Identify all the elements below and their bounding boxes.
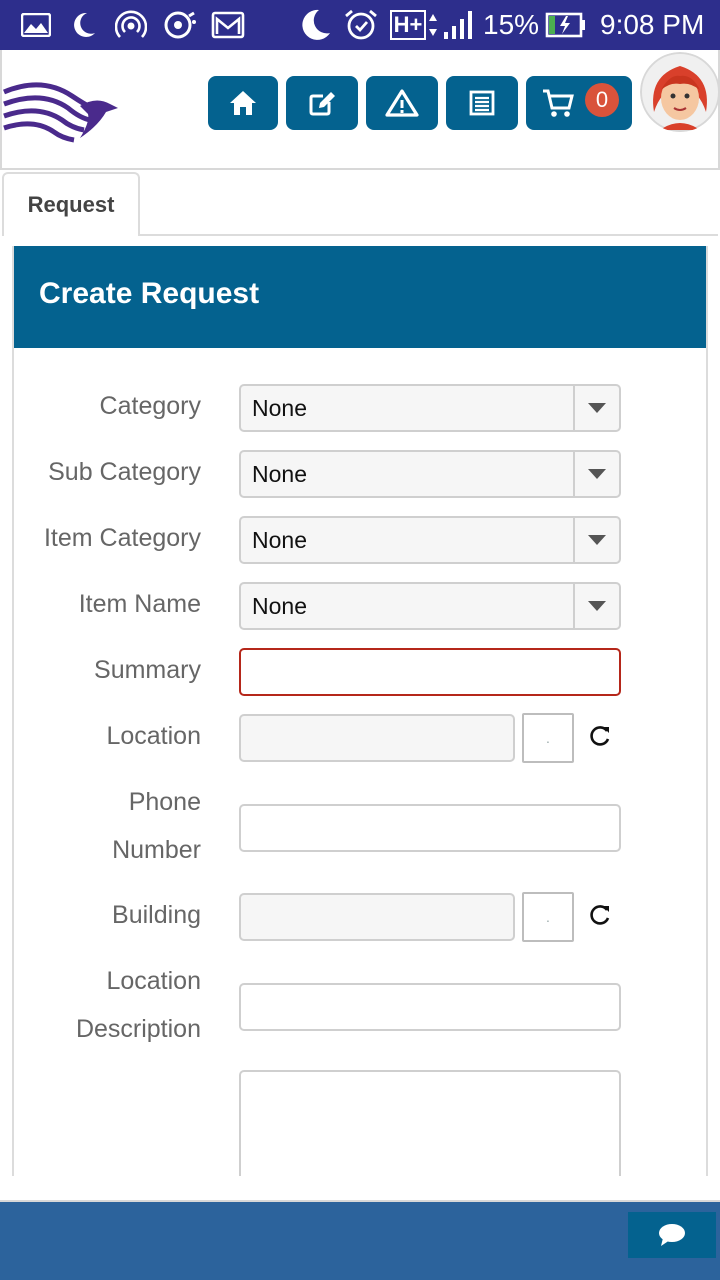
- tab-request[interactable]: Request: [2, 172, 140, 236]
- chevron-down-icon: [573, 584, 619, 628]
- building-label: Building: [112, 901, 201, 929]
- footer-bar: [0, 1200, 720, 1280]
- cart-count-badge: 0: [585, 83, 619, 117]
- location-description-line1: Location: [106, 967, 201, 995]
- summary-input[interactable]: [239, 648, 621, 696]
- gmail-icon: [210, 8, 246, 42]
- tab-divider: [140, 234, 718, 236]
- item-name-select[interactable]: None: [239, 582, 621, 630]
- location-picker-button[interactable]: .: [522, 713, 574, 763]
- building-picker-text: .: [546, 909, 550, 925]
- gallery-icon: [20, 8, 52, 42]
- item-category-label: Item Category: [43, 524, 201, 552]
- refresh-icon[interactable]: [587, 902, 613, 928]
- sub-category-label: Sub Category: [48, 458, 201, 486]
- cart-icon: [543, 89, 574, 117]
- panel-header: Create Request: [14, 246, 706, 348]
- create-request-panel: Create Request Category None Sub Categor…: [12, 246, 708, 1176]
- app-header: 0: [0, 50, 720, 170]
- building-input[interactable]: [239, 893, 515, 941]
- chevron-down-icon: [573, 518, 619, 562]
- panel-title: Create Request: [39, 277, 260, 310]
- network-type-icon: H+: [388, 8, 440, 42]
- category-select[interactable]: None: [239, 384, 621, 432]
- chat-button[interactable]: [628, 1212, 716, 1258]
- phone-label-line2: Number: [112, 836, 201, 864]
- home-button[interactable]: [208, 76, 278, 130]
- location-label: Location: [106, 722, 201, 750]
- user-avatar-icon[interactable]: [640, 52, 720, 132]
- category-value: None: [252, 395, 307, 421]
- alert-button[interactable]: [366, 76, 438, 130]
- alarm-icon: [342, 8, 380, 42]
- location-description-input[interactable]: [239, 983, 621, 1031]
- list-icon: [469, 90, 495, 116]
- chat-icon: [659, 1224, 685, 1246]
- description-textarea[interactable]: [239, 1070, 621, 1176]
- category-label: Category: [99, 392, 201, 420]
- summary-label: Summary: [94, 656, 201, 684]
- sub-category-select[interactable]: None: [239, 450, 621, 498]
- phone-label-line1: Phone: [128, 788, 201, 816]
- status-bar: H+ 15% 9:08 PM: [0, 0, 720, 50]
- item-name-value: None: [252, 593, 307, 619]
- refresh-icon[interactable]: [587, 723, 613, 749]
- building-picker-button[interactable]: .: [522, 892, 574, 942]
- hotspot-icon: [114, 8, 148, 42]
- battery-charging-icon: [544, 8, 588, 42]
- phone-number-label: Phone Number: [112, 778, 201, 874]
- warning-triangle-icon: [385, 89, 419, 117]
- edit-icon: [309, 92, 335, 116]
- location-description-label: Location Description: [76, 957, 201, 1053]
- battery-percent: 15%: [483, 9, 540, 40]
- tab-request-label: Request: [27, 192, 115, 217]
- signal-icon: [442, 8, 476, 42]
- list-button[interactable]: [446, 76, 518, 130]
- item-name-label: Item Name: [78, 590, 201, 618]
- phone-number-input[interactable]: [239, 804, 621, 852]
- item-category-select[interactable]: None: [239, 516, 621, 564]
- eagle-logo-icon[interactable]: [2, 78, 120, 148]
- nfc-icon: [162, 8, 198, 42]
- clock: 9:08 PM: [600, 9, 705, 40]
- home-icon: [230, 91, 256, 115]
- location-description-line2: Description: [75, 1015, 201, 1043]
- moon-icon: [68, 8, 98, 42]
- sub-category-value: None: [252, 461, 307, 487]
- item-category-value: None: [252, 527, 307, 553]
- location-picker-text: .: [546, 730, 550, 746]
- do-not-disturb-icon: [296, 8, 332, 42]
- location-input[interactable]: [239, 714, 515, 762]
- chevron-down-icon: [573, 452, 619, 496]
- edit-button[interactable]: [286, 76, 358, 130]
- chevron-down-icon: [573, 386, 619, 430]
